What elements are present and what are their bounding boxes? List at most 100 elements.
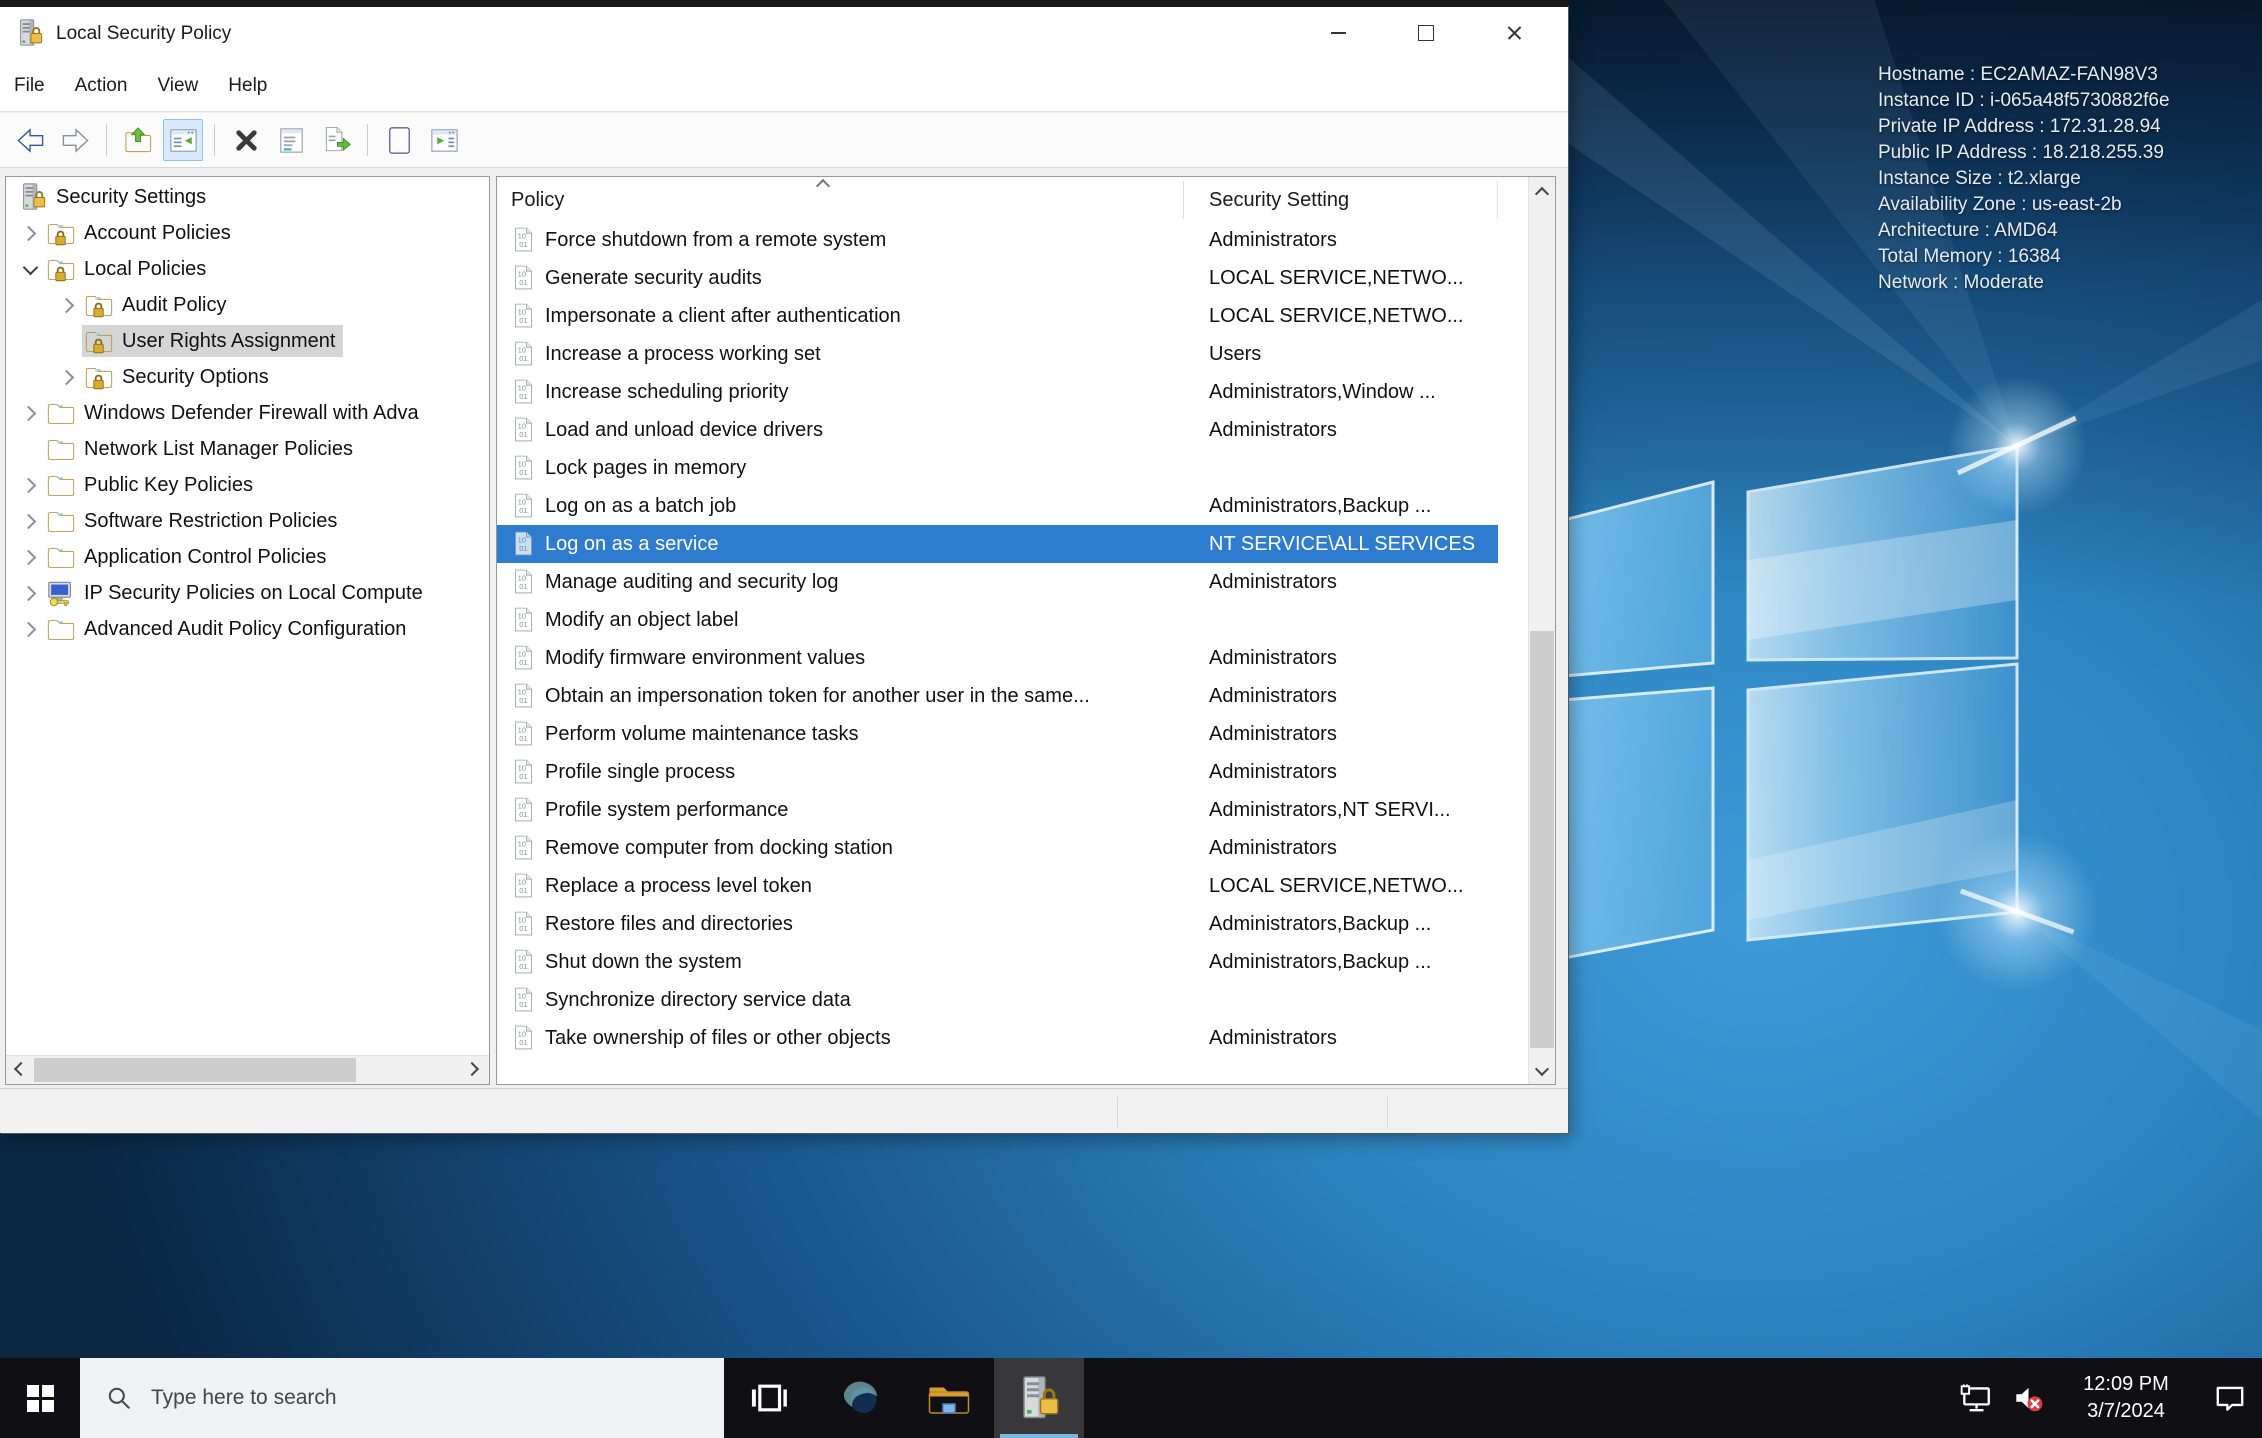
properties-button[interactable]: [271, 119, 311, 161]
tree-node[interactable]: Software Restriction Policies: [44, 505, 345, 537]
policy-row[interactable]: Obtain an impersonation token for anothe…: [497, 677, 1529, 715]
column-divider[interactable]: [1497, 181, 1498, 219]
export-list-button[interactable]: [316, 119, 356, 161]
tree-node[interactable]: Security Settings: [16, 181, 214, 213]
tree-item[interactable]: Network List Manager Policies: [6, 431, 489, 467]
tree-expander-icon[interactable]: [16, 255, 44, 283]
tree-item[interactable]: Software Restriction Policies: [6, 503, 489, 539]
task-view-button[interactable]: [724, 1358, 814, 1438]
menu-item[interactable]: Help: [228, 75, 267, 97]
tree-expander-icon[interactable]: [16, 507, 44, 535]
forward-button[interactable]: [55, 119, 95, 161]
tree-node[interactable]: Advanced Audit Policy Configuration: [44, 613, 414, 645]
tree-item[interactable]: Local Policies: [6, 251, 489, 287]
tree-item-label: Local Policies: [84, 257, 207, 280]
help-button[interactable]: [379, 119, 419, 161]
column-header-policy[interactable]: Policy: [511, 189, 564, 212]
tree-node[interactable]: Audit Policy: [82, 289, 235, 321]
policy-row[interactable]: Shut down the system Administrators,Back…: [497, 943, 1529, 981]
policy-row[interactable]: Synchronize directory service data: [497, 981, 1529, 1019]
tree-expander-icon[interactable]: [16, 543, 44, 571]
tree-node[interactable]: User Rights Assignment: [82, 325, 344, 357]
tree-expander-icon[interactable]: [16, 471, 44, 499]
policy-row[interactable]: Take ownership of files or other objects…: [497, 1019, 1529, 1057]
policy-row[interactable]: Modify firmware environment values Admin…: [497, 639, 1529, 677]
column-header-security-setting[interactable]: Security Setting: [1209, 189, 1349, 212]
list-vertical-scrollbar[interactable]: [1528, 177, 1555, 1084]
vertical-scroll-thumb[interactable]: [1530, 630, 1554, 1048]
policy-row[interactable]: Generate security audits LOCAL SERVICE,N…: [497, 259, 1529, 297]
policy-row[interactable]: Replace a process level token LOCAL SERV…: [497, 867, 1529, 905]
taskbar-search[interactable]: Type here to search: [80, 1358, 724, 1438]
policy-row[interactable]: Log on as a service NT SERVICE\ALL SERVI…: [497, 525, 1529, 563]
tree-item[interactable]: Windows Defender Firewall with Adva: [6, 395, 489, 431]
tree-item[interactable]: User Rights Assignment: [6, 323, 489, 359]
taskbar-local-security-policy-button[interactable]: [994, 1358, 1084, 1438]
folder-up-button[interactable]: [118, 119, 158, 161]
menu-item[interactable]: File: [14, 75, 45, 97]
policy-row[interactable]: Profile system performance Administrator…: [497, 791, 1529, 829]
policy-row[interactable]: Load and unload device drivers Administr…: [497, 411, 1529, 449]
policy-row[interactable]: Increase a process working set Users: [497, 335, 1529, 373]
network-button[interactable]: [1950, 1358, 2002, 1438]
tree-item[interactable]: Advanced Audit Policy Configuration: [6, 611, 489, 647]
tree-node[interactable]: IP Security Policies on Local Compute: [44, 577, 431, 609]
back-button[interactable]: [10, 119, 50, 161]
tree-expander-icon[interactable]: [16, 399, 44, 427]
scroll-down-icon[interactable]: [1534, 1063, 1548, 1077]
tree-item[interactable]: Account Policies: [6, 215, 489, 251]
file-explorer-button[interactable]: [904, 1358, 994, 1438]
policy-name: Modify an object label: [545, 609, 739, 631]
policy-row[interactable]: Restore files and directories Administra…: [497, 905, 1529, 943]
taskbar-clock[interactable]: 12:09 PM 3/7/2024: [2068, 1371, 2184, 1425]
tree-expander-icon[interactable]: [54, 363, 82, 391]
maximize-button[interactable]: [1382, 5, 1470, 60]
menu-item[interactable]: View: [157, 75, 198, 97]
scroll-up-icon[interactable]: [1534, 184, 1548, 198]
policy-icon: [510, 378, 537, 405]
edge-button[interactable]: [814, 1358, 904, 1438]
tree-expander-icon[interactable]: [16, 219, 44, 247]
menu-item[interactable]: Action: [75, 75, 128, 97]
start-button[interactable]: [0, 1358, 80, 1438]
delete-button[interactable]: [226, 119, 266, 161]
tree-node[interactable]: Application Control Policies: [44, 541, 334, 573]
policy-row[interactable]: Increase scheduling priority Administrat…: [497, 373, 1529, 411]
tree-node[interactable]: Local Policies: [44, 253, 214, 285]
policy-row[interactable]: Force shutdown from a remote system Admi…: [497, 221, 1529, 259]
tree-node[interactable]: Windows Defender Firewall with Adva: [44, 397, 427, 429]
tree-item[interactable]: Security Settings: [6, 179, 489, 215]
scroll-left-icon[interactable]: [12, 1061, 26, 1075]
policy-row[interactable]: Profile single process Administrators: [497, 753, 1529, 791]
tree-horizontal-scrollbar[interactable]: [6, 1055, 489, 1084]
tree-item[interactable]: Public Key Policies: [6, 467, 489, 503]
horizontal-scroll-thumb[interactable]: [34, 1058, 356, 1082]
tree-expander-icon[interactable]: [54, 291, 82, 319]
action-pane-button[interactable]: [424, 119, 464, 161]
action-center-button[interactable]: [2198, 1358, 2262, 1438]
tree-node[interactable]: Network List Manager Policies: [44, 433, 361, 465]
scroll-right-icon[interactable]: [463, 1061, 477, 1075]
tree-expander-icon[interactable]: [16, 579, 44, 607]
policy-row[interactable]: Log on as a batch job Administrators,Bac…: [497, 487, 1529, 525]
title-bar[interactable]: Local Security Policy: [0, 5, 1568, 60]
policy-row[interactable]: Manage auditing and security log Adminis…: [497, 563, 1529, 601]
tree-node[interactable]: Security Options: [82, 361, 277, 393]
tree-item[interactable]: IP Security Policies on Local Compute: [6, 575, 489, 611]
tree-node[interactable]: Account Policies: [44, 217, 239, 249]
volume-button[interactable]: [2002, 1358, 2054, 1438]
tree-item[interactable]: Security Options: [6, 359, 489, 395]
tree-node[interactable]: Public Key Policies: [44, 469, 261, 501]
close-button[interactable]: [1470, 5, 1558, 60]
tree-item[interactable]: Application Control Policies: [6, 539, 489, 575]
tree-item[interactable]: Audit Policy: [6, 287, 489, 323]
tree-expander-icon[interactable]: [16, 615, 44, 643]
column-divider[interactable]: [1183, 181, 1184, 219]
policy-row[interactable]: Perform volume maintenance tasks Adminis…: [497, 715, 1529, 753]
console-tree-button[interactable]: [163, 119, 203, 161]
policy-row[interactable]: Remove computer from docking station Adm…: [497, 829, 1529, 867]
policy-row[interactable]: Modify an object label: [497, 601, 1529, 639]
policy-row[interactable]: Impersonate a client after authenticatio…: [497, 297, 1529, 335]
policy-row[interactable]: Lock pages in memory: [497, 449, 1529, 487]
minimize-button[interactable]: [1294, 5, 1382, 60]
